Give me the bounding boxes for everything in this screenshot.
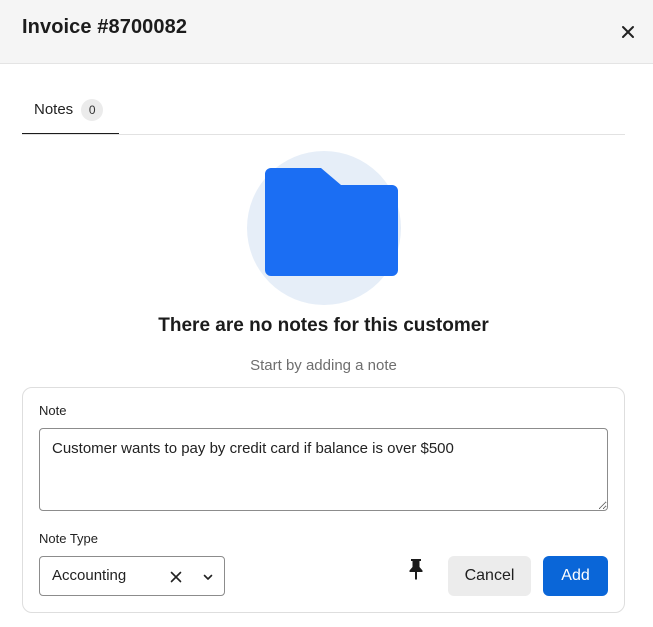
empty-state-subtitle: Start by adding a note (250, 357, 397, 374)
modal-title: Invoice #8700082 (22, 16, 188, 38)
note-type-select[interactable]: Accounting (39, 556, 225, 596)
tab-notes[interactable]: Notes 0 (22, 96, 119, 135)
note-field-label: Note (39, 403, 67, 418)
note-type-label: Note Type (39, 531, 99, 546)
empty-state-title: There are no notes for this customer (158, 315, 489, 336)
pin-button[interactable] (404, 556, 428, 582)
clear-icon[interactable] (168, 569, 184, 585)
tabs-divider (22, 134, 625, 135)
cancel-button[interactable]: Cancel (448, 556, 531, 596)
folder-icon (265, 168, 398, 276)
note-type-value: Accounting (52, 567, 127, 584)
modal-header: Invoice #8700082 (0, 0, 653, 64)
tab-notes-label: Notes (34, 101, 74, 118)
pin-icon (409, 559, 423, 580)
chevron-down-icon[interactable] (200, 569, 216, 585)
note-textarea[interactable]: Customer wants to pay by credit card if … (39, 428, 608, 511)
close-button[interactable] (616, 20, 640, 44)
add-button[interactable]: Add (543, 556, 608, 596)
close-icon (622, 26, 634, 38)
tab-notes-count: 0 (81, 99, 104, 121)
